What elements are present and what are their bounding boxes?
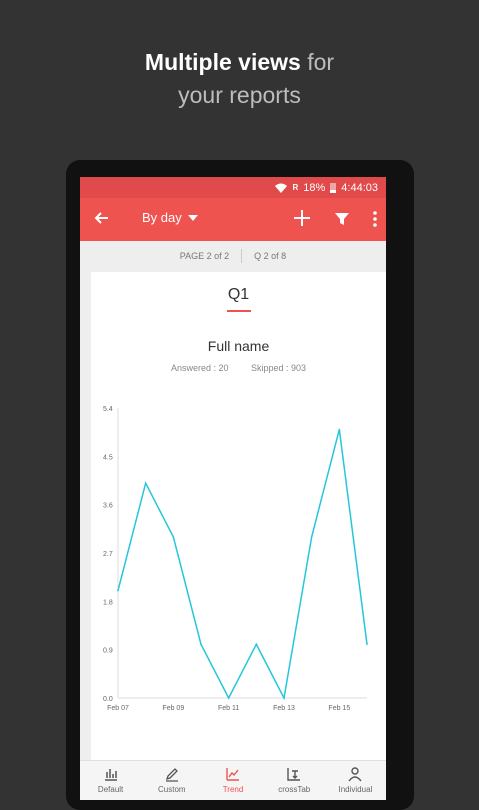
trend-chart: 0.0 0.9 1.8 2.7 3.6 4.5 5.4 Feb 07 Feb 09 Feb 11 F… [103,406,368,712]
data-point [227,697,230,699]
bottom-navigation: Default Custom Trend crossTab Individual [80,760,386,800]
y-tick-label: 5.4 [103,406,113,413]
signal-text: R [292,183,299,192]
data-point [117,589,119,592]
x-tick-label: Feb 09 [162,705,184,712]
skipped-count: Skipped : 903 [251,363,307,373]
pager-bar: PAGE 2 of 2 Q 2 of 8 [80,241,386,271]
promo-rest: for [300,49,335,75]
data-point [144,482,147,484]
response-stats: Answered : 20 Skipped : 903 [91,363,386,373]
promo-line2: your reports [178,82,301,108]
question-indicator: Q 2 of 8 [254,251,287,261]
pager-divider [241,249,243,263]
y-tick-label: 0.9 [103,648,113,655]
y-tick-label: 4.5 [103,454,113,461]
status-bar: R 18% 4:44:03 [80,177,386,198]
report-card: Q1 Full name Answered : 20 Skipped : 903… [91,272,386,770]
x-tick-label: Feb 13 [273,705,295,712]
nav-item-label: Custom [158,785,186,794]
data-point [310,536,313,538]
nav-item-custom[interactable]: Custom [141,761,202,800]
y-tick-label: 3.6 [103,503,113,510]
app-toolbar: By day [80,198,386,241]
y-tick-label: 1.8 [103,599,113,606]
clock-text: 4:44:03 [341,181,378,194]
y-tick-label: 2.7 [103,551,113,558]
data-point [366,643,368,646]
x-tick-label: Feb 07 [107,705,129,712]
battery-text: 18% [303,181,326,194]
nav-item-crosstab[interactable]: crossTab [264,761,325,800]
nav-item-default[interactable]: Default [80,761,141,800]
dropdown-arrow-icon [187,214,198,221]
nav-item-label: crossTab [278,785,311,794]
view-selector-label: By day [142,210,182,225]
crosstab-icon [287,768,301,781]
promo-headline: Multiple views for your reports [0,46,479,112]
filter-icon[interactable] [334,211,350,227]
bar-chart-icon [104,769,117,781]
x-tick-label: Feb 11 [218,705,239,712]
title-underline [227,310,251,312]
y-tick-label: 0.0 [103,696,113,703]
edit-icon [165,768,178,782]
promo-bold: Multiple views [144,49,301,75]
nav-item-individual[interactable]: Individual [325,761,386,800]
nav-item-label: Default [97,785,124,794]
battery-icon [330,183,337,193]
field-name: Full name [207,338,270,354]
answered-count: Answered : 20 [170,363,229,373]
add-icon[interactable] [292,208,312,228]
data-point [200,643,202,646]
x-tick-label: Feb 15 [328,705,350,712]
trend-series-line [117,429,368,701]
more-options-icon[interactable] [372,210,378,228]
question-title: Q1 [227,286,250,303]
trend-icon [226,768,239,781]
person-icon [348,767,362,782]
wifi-icon [275,183,288,193]
back-arrow-icon[interactable] [92,208,112,228]
page-indicator: PAGE 2 of 2 [179,251,230,261]
data-point [172,536,175,538]
app-screen: R 18% 4:44:03 By day PAGE 2 of 2 Q 2 of … [80,177,386,800]
nav-item-label: Trend [222,785,244,794]
data-point [255,643,258,646]
data-point [283,697,285,699]
view-selector[interactable]: By day [142,210,198,225]
data-point [338,428,341,431]
nav-item-trend[interactable]: Trend [202,761,263,800]
nav-item-label: Individual [338,785,373,794]
